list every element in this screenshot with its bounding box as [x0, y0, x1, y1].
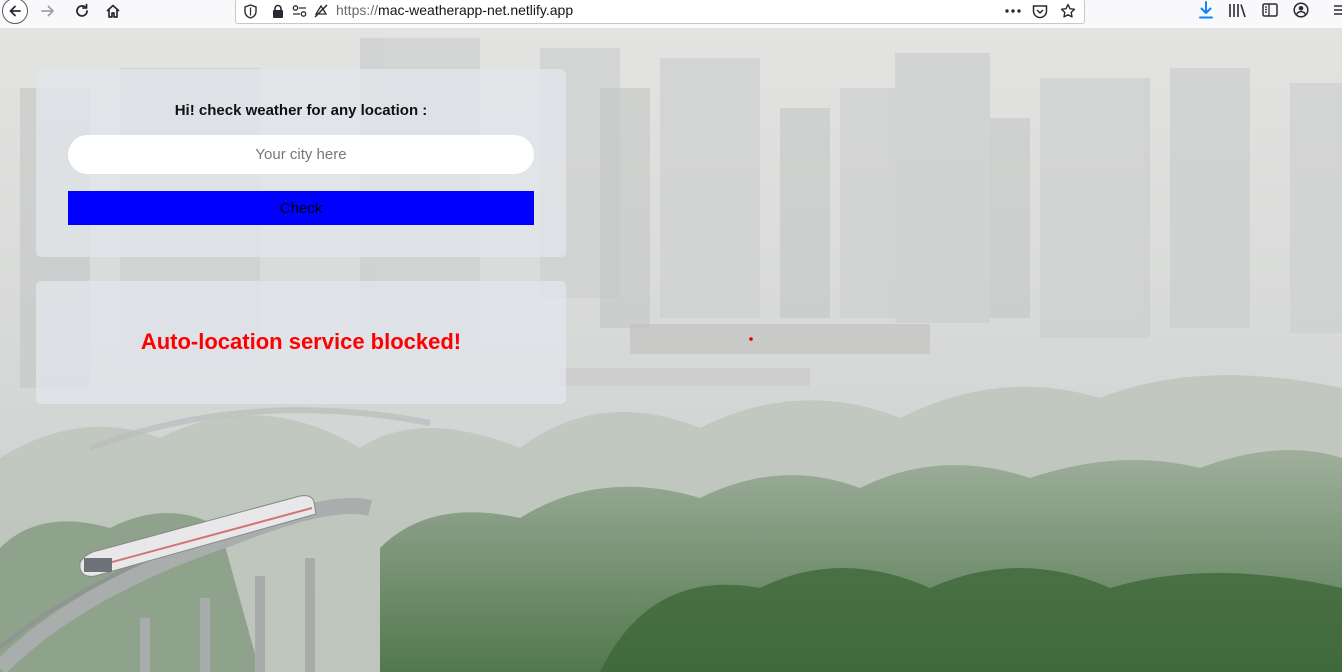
home-icon — [106, 4, 120, 18]
library-icon — [1229, 3, 1246, 17]
sidebar-icon — [1262, 3, 1278, 17]
browser-toolbar: https://mac-weatherapp-net.netlify.app — [0, 0, 1342, 29]
page-actions-icon[interactable] — [1004, 2, 1022, 20]
tracking-icon[interactable] — [313, 2, 329, 20]
address-bar[interactable]: https://mac-weatherapp-net.netlify.app — [235, 0, 1085, 24]
account-icon — [1293, 2, 1309, 18]
back-arrow-icon — [9, 5, 21, 17]
downloads-button[interactable] — [1197, 0, 1215, 20]
url-protocol: https:// — [336, 2, 379, 18]
forward-button[interactable] — [36, 0, 60, 22]
reload-icon — [76, 3, 88, 17]
status-message: Auto-location service blocked! — [140, 329, 462, 354]
back-button[interactable] — [2, 0, 28, 24]
page-content: Hi! check weather for any location : Che… — [0, 28, 1342, 672]
lock-icon[interactable] — [272, 2, 284, 20]
sidebar-button[interactable] — [1260, 0, 1280, 20]
pocket-icon[interactable] — [1032, 2, 1048, 20]
library-button[interactable] — [1227, 0, 1247, 20]
home-button[interactable] — [101, 0, 125, 22]
search-card: Hi! check weather for any location : Che… — [36, 69, 566, 257]
bookmark-star-icon[interactable] — [1060, 2, 1076, 20]
status-card: Auto-location service blocked! — [36, 281, 566, 404]
url-text[interactable]: https://mac-weatherapp-net.netlify.app — [336, 2, 573, 18]
check-button[interactable]: Check — [68, 191, 534, 225]
forward-arrow-icon — [41, 5, 54, 17]
city-input[interactable] — [68, 135, 534, 174]
download-icon — [1199, 1, 1213, 19]
account-button[interactable] — [1291, 0, 1311, 20]
reload-button[interactable] — [70, 0, 94, 22]
menu-button[interactable] — [1330, 0, 1342, 20]
menu-icon — [1334, 5, 1342, 15]
permissions-icon[interactable] — [292, 2, 307, 20]
shield-icon[interactable] — [244, 2, 257, 20]
url-host: mac-weatherapp-net.netlify.app — [378, 2, 574, 18]
search-prompt: Hi! check weather for any location : — [174, 102, 428, 119]
